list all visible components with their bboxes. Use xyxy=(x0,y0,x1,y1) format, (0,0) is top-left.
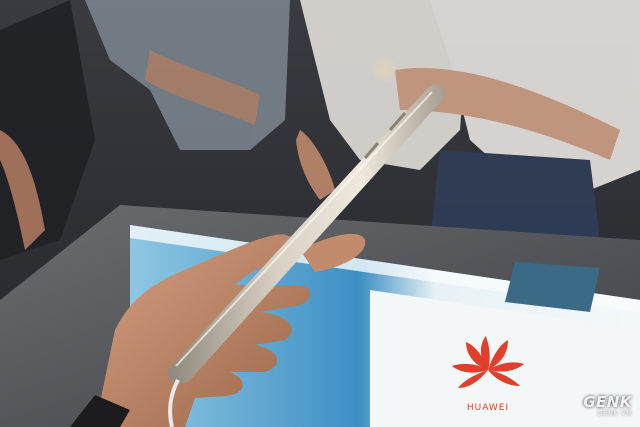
watermark: GENK GENK.VN xyxy=(583,393,632,418)
watermark-logo: GENK xyxy=(583,393,632,411)
watermark-domain: GENK.VN xyxy=(597,410,632,417)
photo-illustration: HUAWEI xyxy=(0,0,640,427)
bokeh-light xyxy=(371,56,399,84)
display-brand-text: HUAWEI xyxy=(467,403,509,413)
photo-scene: HUAWEI GENK GENK.VN xyxy=(0,0,640,427)
